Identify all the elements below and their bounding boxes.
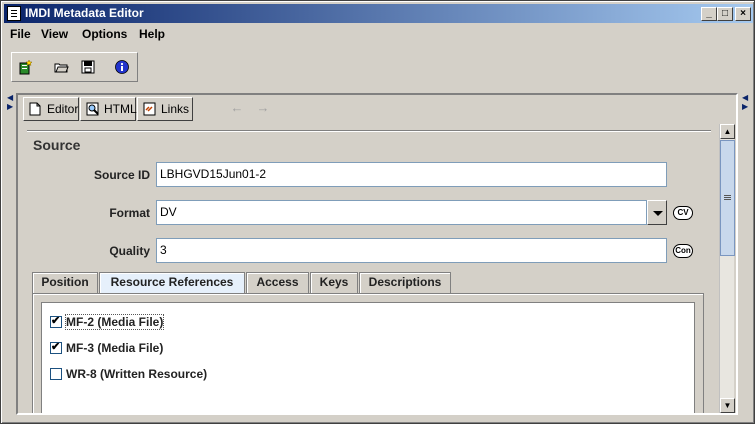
app-icon	[7, 6, 21, 21]
maximize-button[interactable]: □	[717, 7, 733, 21]
scroll-up-icon[interactable]: ▲	[720, 124, 735, 139]
quality-input[interactable]: 3	[156, 238, 667, 263]
html-view-button[interactable]: HTML	[80, 97, 137, 121]
resource-list: MF-2 (Media File) MF-3 (Media File) WR-8…	[41, 302, 695, 413]
scroll-thumb[interactable]	[720, 140, 735, 256]
grip-icon	[724, 195, 731, 196]
wr-8-checkbox[interactable]	[50, 368, 62, 380]
editor-view-label: Editor	[47, 102, 79, 116]
mf-2-checkbox[interactable]	[50, 314, 62, 328]
quality-con-badge[interactable]: Con	[673, 244, 693, 258]
close-button[interactable]: ×	[735, 7, 751, 21]
link-icon	[143, 102, 156, 116]
tab-resource-references[interactable]: Resource References	[99, 272, 245, 293]
document-icon	[29, 102, 42, 116]
source-form: Source Source ID LBHGVD15Jun01-2 Format …	[24, 124, 718, 413]
resource-item[interactable]: MF-2 (Media File)	[50, 314, 165, 330]
app-window: IMDI Metadata Editor _ □ × File View Opt…	[0, 0, 755, 424]
format-cv-badge[interactable]: CV	[673, 206, 693, 220]
editor-view-button[interactable]: Editor	[23, 97, 79, 121]
links-view-button[interactable]: Links	[137, 97, 193, 121]
links-view-label: Links	[161, 102, 190, 116]
menu-file[interactable]: File	[10, 27, 31, 41]
window-title: IMDI Metadata Editor	[25, 6, 144, 20]
title-bar[interactable]: IMDI Metadata Editor _ □ ×	[4, 4, 753, 23]
source-id-input[interactable]: LBHGVD15Jun01-2	[156, 162, 667, 187]
resource-label: WR-8 (Written Resource)	[66, 367, 208, 381]
menu-help[interactable]: Help	[139, 27, 165, 41]
tab-keys[interactable]: Keys	[310, 272, 358, 293]
format-dropdown-button[interactable]	[647, 200, 667, 225]
menu-view[interactable]: View	[41, 27, 68, 41]
tab-position[interactable]: Position	[32, 272, 98, 293]
expand-left-icon[interactable]: ▶	[7, 102, 15, 112]
minimize-button[interactable]: _	[701, 7, 717, 21]
back-arrow-icon[interactable]: ←	[228, 101, 246, 116]
resource-item[interactable]: WR-8 (Written Resource)	[50, 367, 207, 381]
open-icon[interactable]	[51, 57, 71, 77]
resource-label: MF-2 (Media File)	[64, 314, 165, 330]
forward-arrow-icon[interactable]: →	[254, 101, 272, 116]
toolbar	[11, 52, 138, 82]
menu-bar: File View Options Help	[4, 24, 753, 45]
format-label: Format	[109, 206, 150, 220]
format-input[interactable]: DV	[156, 200, 647, 225]
quality-label: Quality	[109, 244, 150, 258]
html-view-label: HTML	[104, 102, 137, 116]
tab-descriptions[interactable]: Descriptions	[359, 272, 451, 293]
info-icon[interactable]	[112, 57, 132, 77]
mf-3-checkbox[interactable]	[50, 340, 62, 354]
scroll-down-icon[interactable]: ▼	[720, 398, 735, 413]
tab-access[interactable]: Access	[246, 272, 309, 293]
divider	[27, 130, 711, 132]
magnifier-icon	[86, 102, 99, 116]
menu-options[interactable]: Options	[82, 27, 127, 41]
resource-references-panel: MF-2 (Media File) MF-3 (Media File) WR-8…	[32, 293, 704, 413]
new-icon[interactable]	[15, 57, 35, 77]
vertical-scrollbar[interactable]: ▲ ▼	[719, 124, 735, 413]
resource-label: MF-3 (Media File)	[66, 341, 164, 355]
expand-right-icon[interactable]: ▶	[742, 102, 750, 112]
editor-frame: Editor HTML Links ← → Source Source ID L…	[16, 93, 738, 415]
save-icon[interactable]	[78, 57, 98, 77]
source-id-label: Source ID	[93, 168, 150, 182]
section-title: Source	[33, 137, 81, 153]
resource-item[interactable]: MF-3 (Media File)	[50, 340, 164, 355]
